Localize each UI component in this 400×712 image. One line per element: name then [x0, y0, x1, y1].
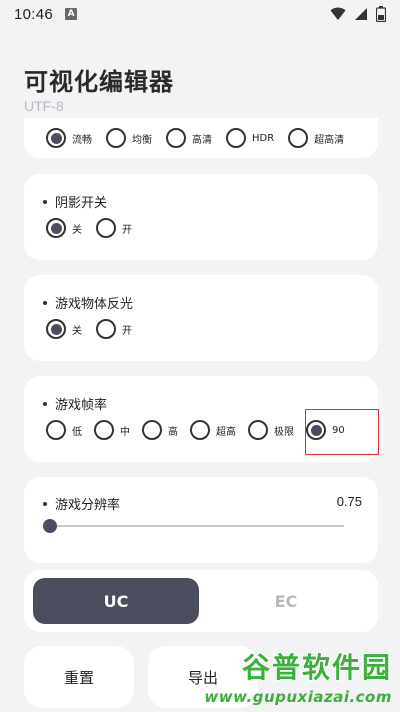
watermark-logo-text: 谷普软件园 — [241, 651, 392, 684]
wifi-icon — [330, 7, 346, 20]
shadow-label-row: 阴影开关 — [43, 192, 107, 211]
shadow-card: 阴影开关 关开 — [24, 174, 378, 260]
radio-label: 低 — [72, 426, 82, 438]
reflection-card: 游戏物体反光 关开 — [24, 275, 378, 361]
radio-label: 关 — [72, 224, 82, 236]
selection-highlight-box — [305, 409, 379, 455]
bullet-dot — [43, 401, 47, 406]
framerate-label: 游戏帧率 — [55, 398, 108, 413]
reflection-option[interactable]: 开 — [96, 319, 132, 339]
slider-thumb[interactable] — [43, 519, 57, 533]
framerate-label-row: 游戏帧率 — [43, 394, 107, 413]
radio-button[interactable] — [46, 218, 66, 238]
shadow-option[interactable]: 关 — [46, 218, 82, 238]
radio-label: 极限 — [274, 426, 294, 438]
framerate-option[interactable]: 中 — [94, 420, 130, 440]
resolution-slider[interactable] — [43, 519, 344, 533]
radio-label: 均衡 — [132, 134, 152, 146]
resolution-label: 游戏分辨率 — [55, 498, 121, 513]
radio-dot — [50, 222, 62, 234]
radio-label: 中 — [120, 426, 130, 438]
watermark-url: www.gupuxiazai.com — [204, 688, 392, 706]
radio-label: 开 — [122, 325, 132, 337]
tab-ec[interactable]: EC — [203, 578, 369, 624]
radio-button[interactable] — [190, 420, 210, 440]
radio-button[interactable] — [288, 128, 309, 148]
framerate-option[interactable]: 超高 — [190, 420, 236, 440]
framerate-option[interactable]: 高 — [142, 420, 178, 440]
mode-tabs: UC EC — [24, 570, 378, 632]
tab-uc[interactable]: UC — [33, 578, 199, 624]
resolution-card: 游戏分辨率 0.75 — [24, 477, 378, 563]
quality-option[interactable]: 均衡 — [106, 128, 152, 148]
resolution-label-row: 游戏分辨率 — [43, 494, 120, 513]
radio-button[interactable] — [166, 128, 186, 148]
radio-label: 开 — [122, 224, 132, 236]
battery-icon — [376, 6, 386, 22]
radio-button[interactable] — [226, 128, 246, 148]
radio-label: HDR — [252, 132, 275, 144]
quality-option[interactable]: 高清 — [166, 128, 212, 148]
resolution-value: 0.75 — [336, 494, 362, 509]
radio-button[interactable] — [248, 420, 268, 440]
radio-label: 高 — [168, 426, 178, 438]
radio-button[interactable] — [94, 420, 114, 440]
framerate-option[interactable]: 低 — [46, 420, 82, 440]
signal-icon — [355, 8, 367, 20]
shadow-label: 阴影开关 — [55, 196, 108, 211]
bullet-dot — [43, 199, 47, 204]
radio-button[interactable] — [46, 420, 66, 440]
quality-options: 流畅 均衡 高清 HDR 超高清 — [46, 128, 358, 148]
radio-button[interactable] — [46, 128, 66, 148]
bullet-dot — [43, 300, 47, 305]
framerate-option[interactable]: 极限 — [248, 420, 294, 440]
reflection-label: 游戏物体反光 — [55, 297, 134, 312]
radio-button[interactable] — [96, 319, 116, 339]
radio-label: 流畅 — [72, 134, 92, 146]
radio-dot — [50, 323, 62, 335]
quality-option[interactable]: 流畅 — [46, 128, 92, 148]
quality-option[interactable]: HDR — [226, 128, 274, 148]
radio-label: 高清 — [192, 134, 212, 146]
quality-option[interactable]: 超高清 — [288, 128, 344, 148]
status-time: 10:46 — [14, 5, 54, 23]
radio-button[interactable] — [106, 128, 126, 148]
settings-scroll[interactable]: 流畅 均衡 高清 HDR 超高清 阴影开关 关开 游戏物体反光 关开 游戏帧率 低中高超… — [0, 118, 400, 712]
app-title: 可视化编辑器 — [24, 68, 174, 96]
radio-label: 超高 — [216, 426, 236, 438]
shadow-options: 关开 — [46, 218, 146, 238]
radio-label: 超高清 — [314, 134, 345, 146]
reflection-option[interactable]: 关 — [46, 319, 82, 339]
radio-button[interactable] — [46, 319, 66, 339]
status-bar: 10:46 A — [0, 0, 400, 28]
slider-track — [50, 525, 344, 527]
radio-dot — [50, 132, 62, 144]
app-header: 可视化编辑器 — [24, 62, 174, 97]
radio-button[interactable] — [142, 420, 162, 440]
bullet-dot — [43, 501, 47, 506]
quality-card: 流畅 均衡 高清 HDR 超高清 — [24, 118, 378, 158]
radio-button[interactable] — [96, 218, 116, 238]
notification-a-icon: A — [65, 8, 78, 20]
app-subtitle: UTF-8 — [24, 98, 64, 114]
shadow-option[interactable]: 开 — [96, 218, 132, 238]
radio-label: 关 — [72, 325, 82, 337]
reflection-label-row: 游戏物体反光 — [43, 293, 133, 312]
reset-button[interactable]: 重置 — [24, 646, 134, 708]
reflection-options: 关开 — [46, 319, 146, 339]
